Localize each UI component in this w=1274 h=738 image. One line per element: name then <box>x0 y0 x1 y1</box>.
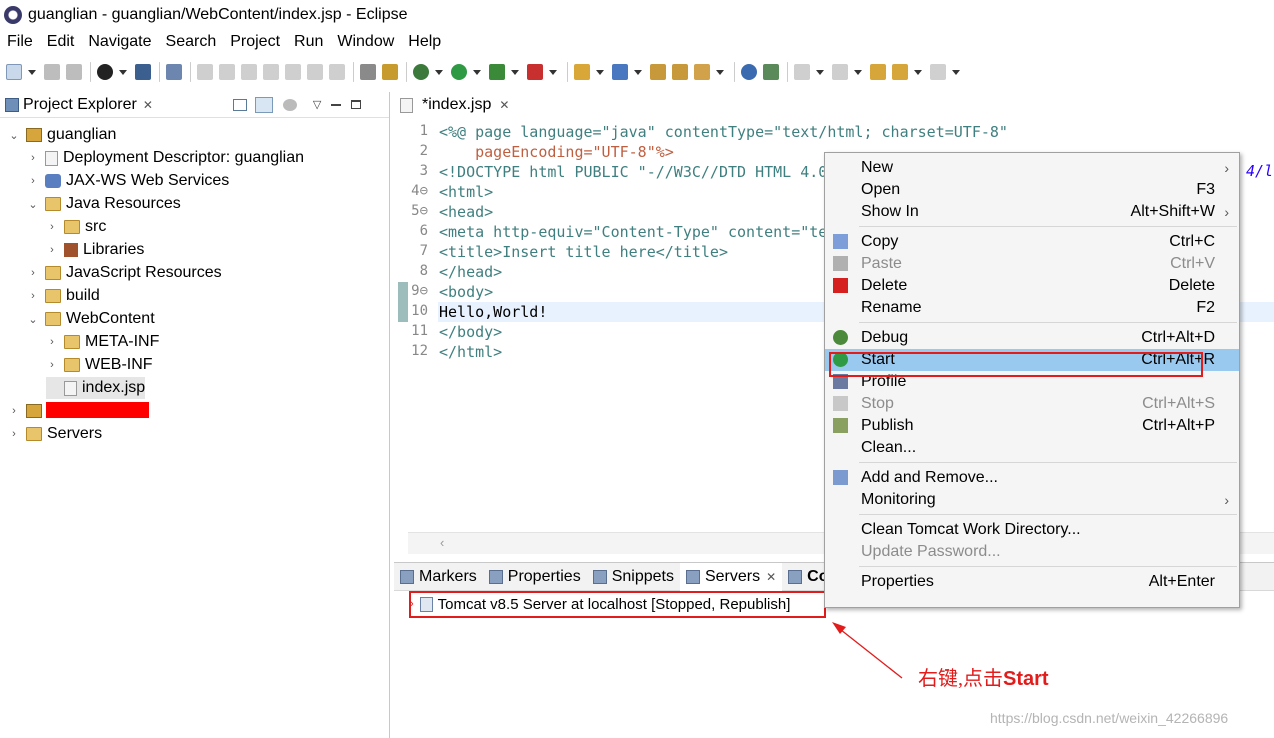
annotation-text: 右键,点击Start <box>918 662 1049 691</box>
watermark: https://blog.csdn.net/weixin_42266896 <box>990 710 1229 726</box>
annotation-arrow <box>832 622 903 679</box>
annotation-text-start: Start <box>1003 668 1049 690</box>
annotation-text-cn: 右键,点击 <box>918 668 1003 690</box>
